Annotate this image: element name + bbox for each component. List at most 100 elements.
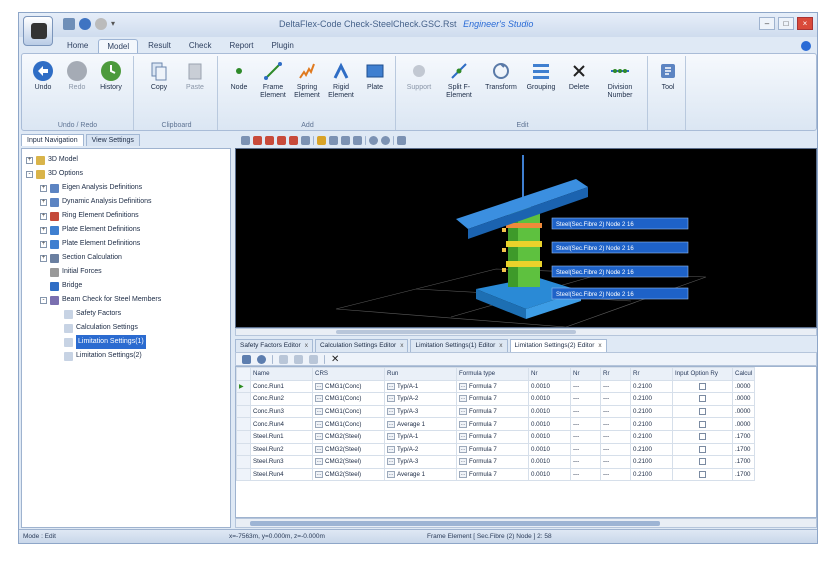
sort-icon[interactable]: [309, 354, 318, 364]
ellipsis-button[interactable]: …: [387, 470, 395, 478]
tree-item[interactable]: Limitation Settings(2): [54, 349, 161, 363]
table-cell[interactable]: ---: [570, 404, 601, 419]
table-cell[interactable]: 0.2100: [630, 379, 673, 394]
tab-view-settings[interactable]: View Settings: [85, 134, 140, 146]
close-button[interactable]: ×: [797, 17, 813, 30]
select-icon[interactable]: [353, 136, 362, 145]
minimize-button[interactable]: –: [759, 17, 775, 30]
table-cell[interactable]: 0.2100: [630, 442, 673, 457]
column-header[interactable]: Calcul: [731, 367, 756, 381]
split-f-element-button[interactable]: Split F-Element: [442, 60, 476, 100]
table-cell[interactable]: 0.0010: [528, 467, 571, 482]
table-cell[interactable]: Conc.Run3: [250, 404, 313, 419]
ellipsis-button[interactable]: …: [459, 445, 467, 453]
ellipsis-button[interactable]: …: [315, 382, 323, 390]
input-option-checkbox[interactable]: [699, 408, 706, 415]
node-button[interactable]: Node: [222, 60, 256, 92]
table-cell[interactable]: … CMG2(Steel): [312, 467, 385, 482]
input-option-checkbox[interactable]: [699, 433, 706, 441]
ellipsis-button[interactable]: …: [387, 433, 395, 441]
table-cell[interactable]: ---: [600, 455, 631, 469]
expand-icon[interactable]: +: [40, 240, 47, 248]
rigid-element-button[interactable]: Rigid Element: [324, 60, 358, 100]
table-cell[interactable]: … CMG1(Conc): [312, 417, 385, 431]
tab-home[interactable]: Home: [59, 39, 96, 53]
close-tab-icon[interactable]: x: [305, 342, 308, 349]
table-cell[interactable]: … Typ/A-2: [384, 442, 457, 457]
table-cell[interactable]: … Formula 7: [456, 455, 529, 469]
tab-safety-factors-editor[interactable]: Safety Factors Editor x: [235, 339, 313, 352]
frame-element-button[interactable]: Frame Element: [256, 60, 290, 100]
collapse-icon[interactable]: -: [40, 296, 47, 304]
table-cell[interactable]: … Formula 7: [456, 417, 529, 431]
table-cell[interactable]: ---: [600, 417, 631, 431]
input-option-checkbox[interactable]: [699, 458, 706, 466]
ellipsis-button[interactable]: …: [387, 458, 395, 466]
input-option-checkbox[interactable]: [699, 445, 706, 453]
table-cell[interactable]: [672, 455, 733, 469]
table-cell[interactable]: Steel.Run2: [250, 442, 313, 457]
tree-item[interactable]: Calculation Settings: [54, 321, 161, 335]
ellipsis-button[interactable]: …: [315, 420, 323, 428]
tree-item[interactable]: +3D Model: [26, 153, 161, 167]
ellipsis-button[interactable]: …: [459, 433, 467, 441]
table-cell[interactable]: ---: [600, 429, 631, 444]
ellipsis-button[interactable]: …: [387, 445, 395, 453]
save-icon[interactable]: [63, 18, 75, 30]
tab-result[interactable]: Result: [140, 39, 179, 53]
expand-icon[interactable]: +: [40, 226, 47, 234]
table-cell[interactable]: 0.2100: [630, 429, 673, 444]
table-cell[interactable]: … Formula 7: [456, 404, 529, 419]
row-header[interactable]: [236, 455, 251, 469]
ellipsis-button[interactable]: …: [315, 445, 323, 453]
table-cell[interactable]: [672, 442, 733, 457]
table-row[interactable]: Conc.Run4… CMG1(Conc)… Average 1… Formula 7…: [236, 417, 756, 431]
current-row-indicator[interactable]: ▶: [236, 379, 251, 394]
zoom-icon[interactable]: [317, 136, 326, 145]
ellipsis-button[interactable]: …: [315, 395, 323, 403]
input-option-checkbox[interactable]: [699, 470, 706, 478]
column-header[interactable]: Nr: [528, 367, 571, 381]
delete-row-icon[interactable]: ✕: [331, 354, 340, 364]
table-cell[interactable]: … Formula 7: [456, 379, 529, 394]
table-cell[interactable]: … Typ/A-1: [384, 379, 457, 394]
view-iso-icon[interactable]: [289, 136, 298, 145]
transform-button[interactable]: Transform: [484, 60, 518, 92]
view-side-icon[interactable]: [265, 136, 274, 145]
table-cell[interactable]: ---: [600, 392, 631, 406]
close-tab-icon[interactable]: x: [598, 342, 601, 349]
ellipsis-button[interactable]: …: [459, 408, 467, 415]
close-tab-icon[interactable]: x: [499, 342, 502, 349]
tree-item[interactable]: - 3D Options: [26, 167, 161, 181]
settings-icon[interactable]: [397, 136, 406, 145]
table-cell[interactable]: .1700: [731, 455, 756, 469]
help-circle-icon[interactable]: [95, 18, 107, 30]
table-cell[interactable]: … CMG2(Steel): [312, 455, 385, 469]
tab-check[interactable]: Check: [181, 39, 220, 53]
table-row[interactable]: Conc.Run3… CMG1(Conc)… Typ/A-3… Formula 7 0.…: [236, 404, 756, 419]
row-header[interactable]: [236, 442, 251, 457]
pan-icon[interactable]: [329, 136, 338, 145]
tree-item[interactable]: Safety Factors: [54, 307, 161, 321]
tree-item[interactable]: + Ring Element Definitions: [40, 209, 161, 223]
table-cell[interactable]: ---: [600, 379, 631, 394]
move-up-icon[interactable]: [279, 354, 288, 364]
expand-icon[interactable]: +: [40, 184, 47, 192]
table-cell[interactable]: 0.0010: [528, 379, 571, 394]
table-cell[interactable]: … CMG1(Conc): [312, 392, 385, 406]
ellipsis-button[interactable]: …: [315, 458, 323, 466]
tree-item[interactable]: + Section Calculation: [40, 251, 161, 265]
ellipsis-button[interactable]: …: [315, 408, 323, 415]
table-cell[interactable]: Steel.Run3: [250, 455, 313, 469]
row-header[interactable]: [236, 417, 251, 431]
table-cell[interactable]: … Formula 7: [456, 467, 529, 482]
row-header[interactable]: [236, 392, 251, 406]
table-row[interactable]: Conc.Run2… CMG1(Conc)… Typ/A-2… Formula 7 0.…: [236, 392, 756, 406]
paste-button[interactable]: Paste: [178, 60, 212, 92]
row-header[interactable]: [236, 429, 251, 444]
move-down-icon[interactable]: [294, 354, 303, 364]
column-header[interactable]: CRS: [312, 367, 385, 381]
table-cell[interactable]: ---: [570, 442, 601, 457]
column-header[interactable]: Formula type: [456, 367, 529, 381]
expand-icon[interactable]: +: [40, 198, 47, 206]
